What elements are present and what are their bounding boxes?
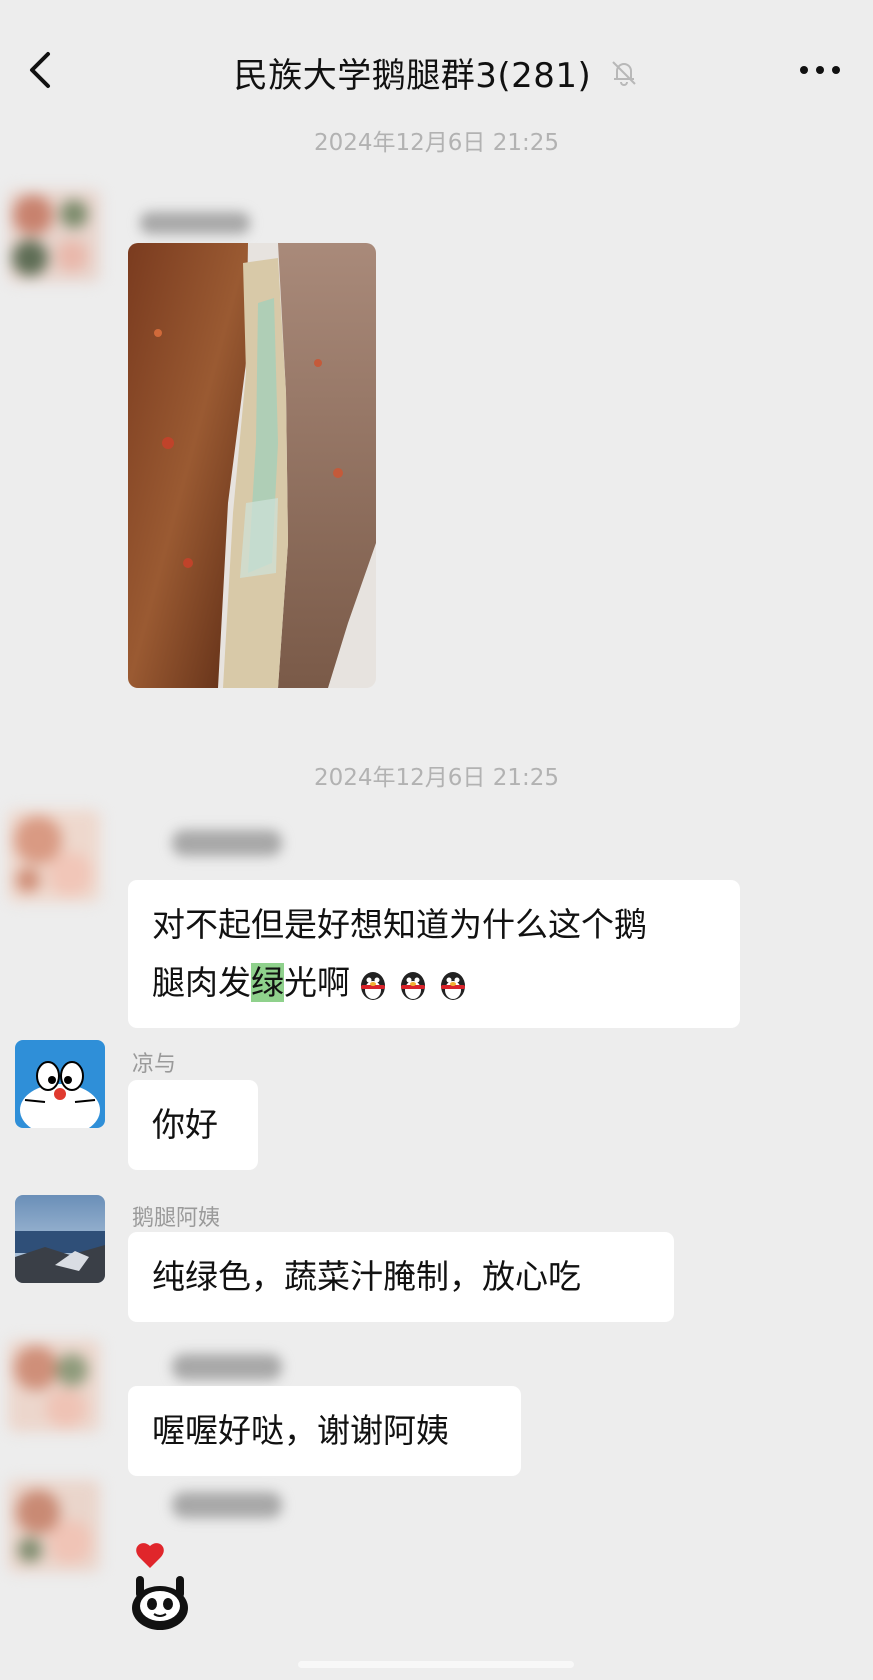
timestamp: 2024年12月6日 21:25	[313, 130, 560, 156]
doraemon-avatar[interactable]	[15, 1040, 105, 1128]
sender-name-redacted	[140, 208, 260, 238]
message-bubble[interactable]: 喔喔好哒，谢谢阿姨	[128, 1386, 521, 1476]
message-bubble[interactable]: 你好	[128, 1080, 258, 1170]
qq-penguin-emoji	[441, 971, 465, 1000]
timestamp: 2024年12月6日 21:25	[313, 765, 560, 791]
sender-name-redacted	[172, 822, 292, 862]
message-bubble[interactable]: 对不起但是好想知道为什么这个鹅 腿肉发绿光啊	[128, 880, 740, 1028]
avatar[interactable]	[8, 1480, 100, 1572]
home-indicator	[298, 1661, 574, 1668]
landscape-avatar[interactable]	[15, 1195, 105, 1283]
chat-header: 民族大学鹅腿群3(281)	[0, 0, 873, 130]
message-text: 纯绿色，蔬菜汁腌制，放心吃	[152, 1257, 581, 1296]
avatar[interactable]	[8, 810, 100, 902]
sender-name: 鹅腿阿姨	[132, 1206, 221, 1231]
avatar[interactable]	[8, 1340, 100, 1432]
chat-title: 民族大学鹅腿群3(281)	[233, 56, 592, 96]
highlighted-text: 绿	[251, 963, 284, 1002]
message-bubble[interactable]: 纯绿色，蔬菜汁腌制，放心吃	[128, 1232, 674, 1322]
qq-penguin-emoji	[361, 971, 385, 1000]
message-text: 对不起但是好想知道为什么这个鹅	[152, 905, 647, 944]
avatar[interactable]	[8, 190, 100, 282]
chevron-left-icon[interactable]	[22, 50, 62, 90]
sender-name-redacted	[172, 1346, 292, 1386]
sender-name-redacted	[172, 1484, 292, 1524]
message-text: 喔喔好哒，谢谢阿姨	[152, 1411, 449, 1450]
sender-name: 凉与	[132, 1052, 177, 1077]
panda-heart-sticker[interactable]	[128, 1540, 198, 1632]
bell-off-icon	[612, 60, 636, 86]
goose-leg-photo[interactable]	[128, 243, 376, 688]
message-text: 你好	[152, 1105, 218, 1144]
message-text: 光啊	[284, 963, 350, 1002]
message-text: 腿肉发	[152, 963, 251, 1002]
more-dots-icon[interactable]	[795, 52, 845, 88]
qq-penguin-emoji	[401, 971, 425, 1000]
